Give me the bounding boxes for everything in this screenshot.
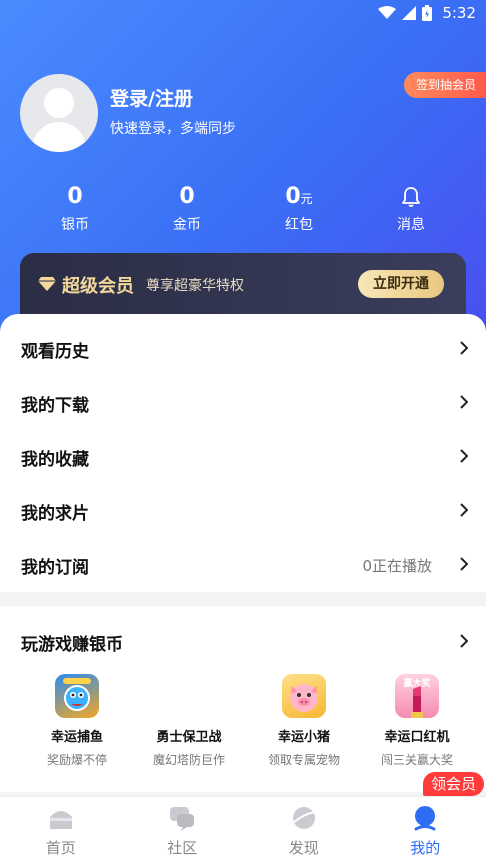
nav-discover[interactable]: 发现	[243, 797, 365, 865]
menu-item-requests[interactable]: 我的求片	[0, 483, 486, 537]
nav-label: 我的	[365, 837, 486, 858]
subscription-status: 0正在播放	[362, 555, 432, 576]
bottom-nav: 首页 社区 发现 我的	[0, 796, 486, 865]
game-name: 勇士保卫战	[134, 726, 244, 745]
avatar[interactable]	[20, 74, 98, 152]
stat-messages[interactable]: 消息	[355, 182, 467, 242]
game-name: 幸运小猪	[249, 726, 359, 745]
chevron-right-icon	[460, 557, 468, 571]
stat-label: 红包	[243, 214, 355, 234]
games-title[interactable]: 玩游戏赚银币	[21, 630, 123, 655]
nav-label: 社区	[122, 837, 244, 858]
menu-item-label: 我的收藏	[21, 445, 89, 470]
stats-row: 0 银币 0 金币 0元 红包 消息	[0, 182, 486, 242]
login-register-link[interactable]: 登录/注册	[110, 84, 193, 111]
vip-banner[interactable]: 超级会员 尊享超豪华特权 立即开通	[20, 253, 466, 315]
checkin-lottery-button[interactable]: 签到抽会员	[404, 72, 486, 98]
game-desc: 领取专属宠物	[249, 751, 359, 768]
stat-unit: 元	[301, 192, 313, 206]
stat-label: 银币	[19, 214, 131, 234]
login-subtitle: 快速登录，多端同步	[110, 118, 236, 138]
game-desc: 闯三关赢大奖	[362, 751, 472, 768]
vip-activate-button[interactable]: 立即开通	[358, 270, 444, 298]
battery-icon	[422, 5, 432, 21]
menu-item-favorites[interactable]: 我的收藏	[0, 429, 486, 483]
nav-label: 首页	[0, 837, 122, 858]
fishing-game-icon	[55, 674, 99, 718]
nav-home[interactable]: 首页	[0, 797, 122, 865]
vip-title: 超级会员	[62, 272, 134, 298]
status-time: 5:32	[442, 4, 476, 22]
vip-subtitle: 尊享超豪华特权	[146, 275, 244, 295]
menu-item-label: 观看历史	[21, 337, 89, 362]
profile-icon	[412, 805, 438, 831]
stat-gold-coins[interactable]: 0 金币	[131, 182, 243, 242]
stat-silver-coins[interactable]: 0 银币	[19, 182, 131, 242]
signal-icon	[402, 6, 416, 20]
game-name: 幸运口红机	[362, 726, 472, 745]
game-desc: 魔幻塔防巨作	[134, 751, 244, 768]
game-lucky-lipstick[interactable]: 赢大奖 幸运口红机 闯三关赢大奖	[362, 674, 472, 768]
game-lucky-fishing[interactable]: 幸运捕鱼 奖励爆不停	[22, 674, 132, 768]
game-warrior-defense[interactable]: 勇士保卫战 魔幻塔防巨作	[134, 674, 244, 768]
menu-item-subscriptions[interactable]: 我的订阅 0正在播放	[0, 537, 486, 591]
chevron-right-icon	[460, 503, 468, 517]
game-desc: 奖励爆不停	[22, 751, 132, 768]
stat-label: 消息	[355, 214, 467, 234]
menu-item-label: 我的下载	[21, 391, 89, 416]
profile-header: 5:32 登录/注册 快速登录，多端同步 签到抽会员 0 银币 0 金币 0元 …	[0, 0, 486, 340]
status-bar: 5:32	[0, 0, 486, 26]
game-lucky-pig[interactable]: 幸运小猪 领取专属宠物	[249, 674, 359, 768]
nav-label: 发现	[243, 837, 365, 858]
home-icon	[48, 805, 74, 831]
warrior-game-icon	[167, 674, 211, 718]
community-icon	[169, 805, 195, 831]
menu-item-watch-history[interactable]: 观看历史	[0, 321, 486, 375]
bell-icon	[401, 186, 421, 208]
chevron-right-icon[interactable]	[460, 634, 468, 648]
diamond-icon	[38, 277, 56, 291]
nav-profile[interactable]: 我的	[365, 797, 486, 865]
chevron-right-icon	[460, 395, 468, 409]
stat-value: 0	[285, 184, 300, 209]
nav-community[interactable]: 社区	[122, 797, 244, 865]
menu-item-downloads[interactable]: 我的下载	[0, 375, 486, 429]
stat-label: 金币	[131, 214, 243, 234]
claim-membership-tag[interactable]: 领会员	[423, 772, 484, 796]
pig-game-icon	[282, 674, 326, 718]
stat-red-packet[interactable]: 0元 红包	[243, 182, 355, 242]
chevron-right-icon	[460, 449, 468, 463]
menu-list: 观看历史 我的下载 我的收藏 我的求片 我的订阅 0正在播放	[0, 314, 486, 592]
menu-item-label: 我的订阅	[21, 553, 89, 578]
lipstick-game-icon: 赢大奖	[395, 674, 439, 718]
wifi-icon	[378, 6, 396, 20]
stat-value: 0	[179, 184, 194, 209]
game-name: 幸运捕鱼	[22, 726, 132, 745]
menu-item-label: 我的求片	[21, 499, 89, 524]
games-section: 玩游戏赚银币 幸运捕鱼 奖励爆不停 勇士保卫战 魔幻塔防巨作 幸运小猪 领取专属…	[0, 606, 486, 792]
stat-value: 0	[67, 184, 82, 209]
chevron-right-icon	[460, 341, 468, 355]
discover-icon	[291, 805, 317, 831]
